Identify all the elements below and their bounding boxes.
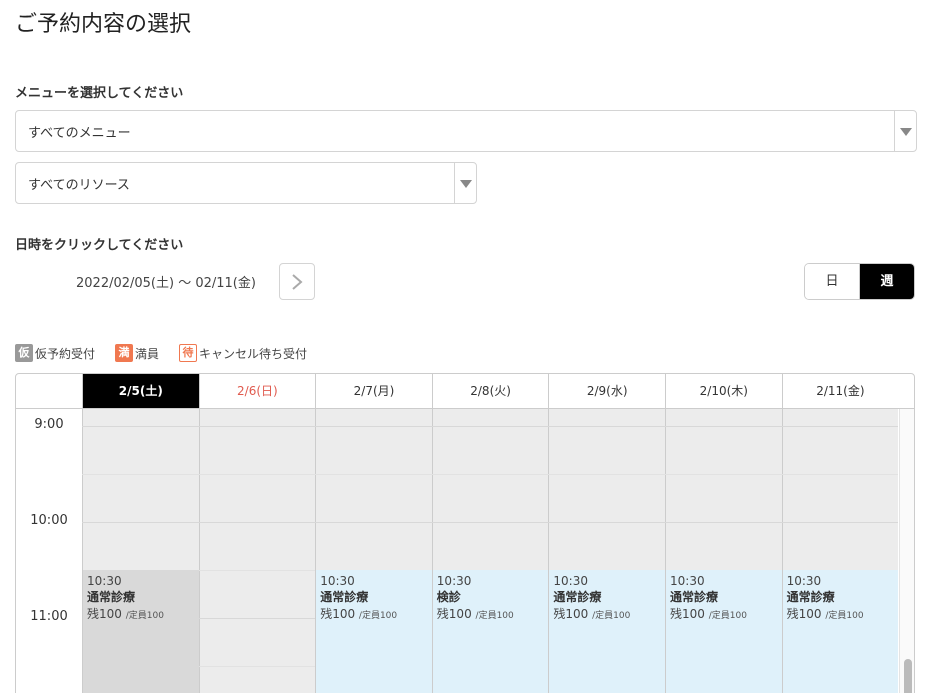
menu-select-value: すべてのメニュー — [28, 126, 131, 141]
legend-item-provisional: 仮 仮予約受付 — [15, 344, 95, 362]
week-view-button[interactable]: 週 — [860, 264, 914, 299]
slot-time: 10:30 — [786, 574, 822, 588]
slot-menu-name: 通常診療 — [320, 590, 369, 604]
day-header[interactable]: 2/11(金) — [781, 374, 899, 408]
slot-capacity: /定員100 — [125, 611, 164, 621]
reservation-slot[interactable]: 10:30 通常診療残100 /定員100 — [781, 570, 899, 693]
page-title: ご予約内容の選択 — [15, 12, 192, 37]
next-week-button[interactable] — [279, 263, 315, 300]
calendar-scrollbar[interactable] — [899, 409, 914, 693]
scrollbar-thumb[interactable] — [904, 659, 912, 693]
slot-stock: 残100 /定員100 — [320, 607, 398, 621]
slot-stock: 残100 /定員100 — [670, 607, 747, 621]
slot-capacity: /定員100 — [592, 611, 631, 621]
menu-select[interactable]: すべてのメニュー — [15, 110, 917, 152]
time-label: 11:00 — [30, 609, 68, 624]
slot-time: 10:30 — [87, 574, 122, 588]
reservation-slot[interactable]: 10:30 通常診療残100 /定員100 — [548, 570, 665, 693]
day-view-button[interactable]: 日 — [805, 264, 860, 299]
legend-item-waitlist: 待 キャンセル待ち受付 — [179, 344, 307, 362]
week-calendar: 2/5(土) 2/6(日) 2/7(月) 2/8(火) 2/9(水) 2/10(木) 2/1… — [15, 373, 915, 693]
time-label: 9:00 — [34, 417, 64, 432]
legend: 仮 仮予約受付 満 満員 待 キャンセル待ち受付 — [15, 344, 327, 362]
reservation-slot[interactable]: 10:30 通常診療残100 /定員100 — [665, 570, 782, 693]
slot-menu-name: 検診 — [436, 590, 461, 604]
legend-item-full: 満 満員 — [115, 344, 159, 362]
slot-menu-name: 通常診療 — [553, 590, 602, 604]
triangle-down-icon — [454, 163, 476, 203]
time-label: 10:00 — [30, 513, 68, 528]
slot-capacity: /定員100 — [475, 611, 514, 621]
grid-line — [82, 474, 898, 475]
slot-time: 10:30 — [320, 574, 355, 588]
slot-stock: 残100 /定員100 — [786, 607, 864, 621]
day-header[interactable]: 2/9(水) — [548, 374, 665, 408]
day-header[interactable]: 2/5(土) — [82, 374, 199, 408]
day-header[interactable]: 2/8(火) — [431, 374, 549, 408]
date-range: 2022/02/05(土) 〜 02/11(金) — [76, 276, 256, 291]
legend-label: 仮予約受付 — [35, 346, 96, 361]
slot-stock: 残100 /定員100 — [553, 607, 631, 621]
day-header[interactable]: 2/7(月) — [315, 374, 432, 408]
waitlist-badge-icon: 待 — [179, 344, 198, 362]
resource-select[interactable]: すべてのリソース — [15, 162, 477, 204]
legend-label: キャンセル待ち受付 — [199, 346, 308, 361]
slot-stock: 残100 /定員100 — [87, 607, 164, 621]
slot-stock: 残100 /定員100 — [436, 607, 514, 621]
slot-capacity: /定員100 — [708, 611, 747, 621]
reservation-slot[interactable]: 10:30 通常診療残100 /定員100 — [315, 570, 432, 693]
slot-menu-name: 通常診療 — [786, 590, 835, 604]
slot-time: 10:30 — [436, 574, 472, 588]
slot-capacity: /定員100 — [358, 611, 398, 621]
provisional-badge-icon: 仮 — [15, 344, 33, 362]
legend-label: 満員 — [135, 346, 160, 361]
reservation-slot: 10:30 通常診療残100 /定員100 — [82, 570, 199, 693]
slot-time: 10:30 — [670, 574, 705, 588]
slot-time: 10:30 — [553, 574, 588, 588]
reservation-slot[interactable]: 10:30 検診残100 /定員100 — [431, 570, 549, 693]
grid-line — [82, 522, 898, 523]
day-header[interactable]: 2/6(日) — [198, 374, 316, 408]
slot-menu-name: 通常診療 — [87, 590, 136, 604]
view-toggle: 日 週 — [804, 263, 915, 300]
triangle-down-icon — [894, 111, 916, 151]
grid-line — [82, 426, 898, 427]
resource-select-value: すべてのリソース — [28, 178, 130, 193]
full-badge-icon: 満 — [115, 344, 134, 362]
slot-menu-name: 通常診療 — [670, 590, 719, 604]
chevron-right-icon — [292, 274, 303, 290]
date-section-label: 日時をクリックしてください — [15, 238, 184, 253]
day-header[interactable]: 2/10(木) — [665, 374, 782, 408]
slot-capacity: /定員100 — [825, 611, 864, 621]
calendar-header: 2/5(土) 2/6(日) 2/7(月) 2/8(火) 2/9(水) 2/10(木) 2/1… — [16, 374, 914, 409]
day-column — [198, 409, 316, 693]
menu-section-label: メニューを選択してください — [15, 86, 184, 101]
